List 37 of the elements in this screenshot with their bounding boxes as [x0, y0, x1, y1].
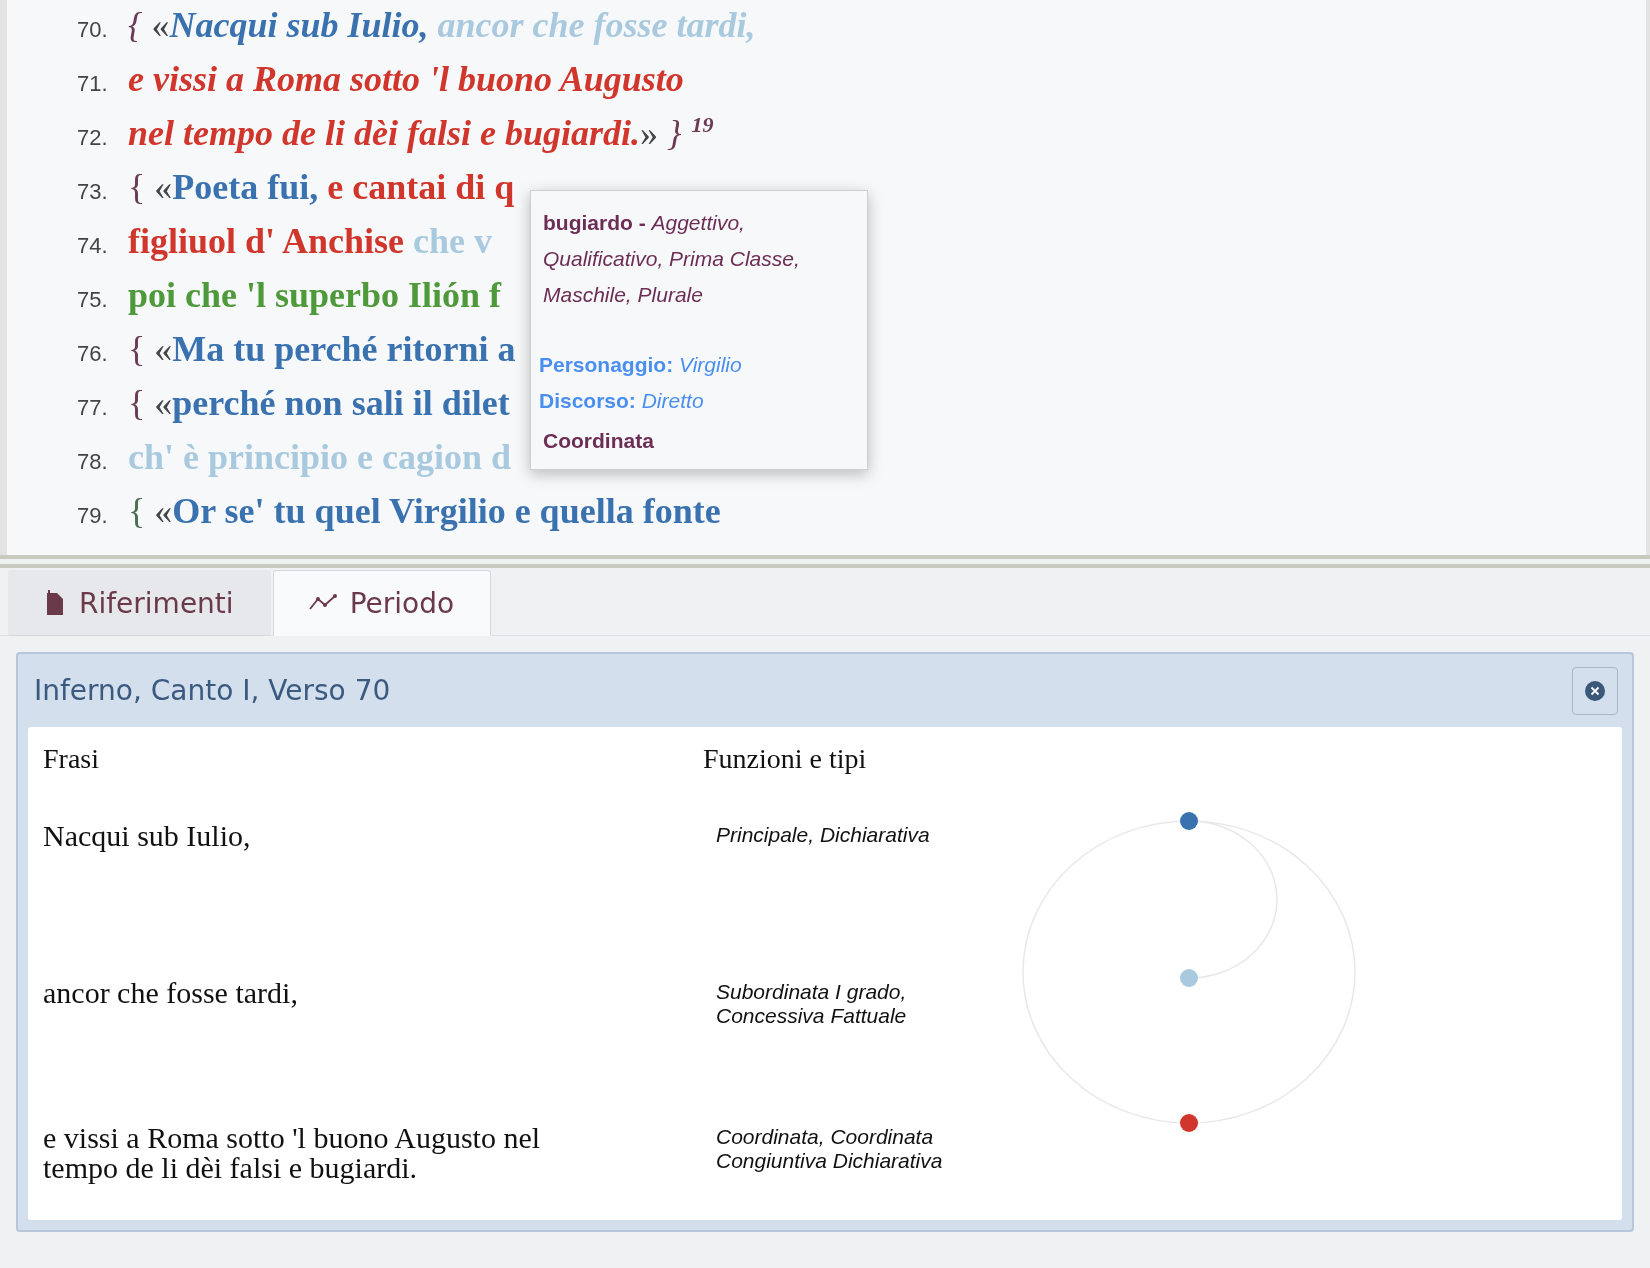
tooltip-field: Discorso: Diretto: [539, 383, 857, 419]
line-number: 79.: [77, 503, 109, 529]
line-number: 74.: [77, 233, 109, 259]
clause-type: Coordinata: [543, 429, 655, 453]
panel-title: Inferno, Canto I, Verso 70: [34, 674, 391, 707]
column-header: Frasi: [43, 743, 100, 775]
line-number: 78.: [77, 449, 109, 475]
verse-text: e vissi a Roma sotto 'l buono Augusto: [128, 58, 684, 100]
verse-text: ch' è principio e cagion d: [128, 436, 511, 478]
verse-text: { «perché non sali il dilet: [128, 382, 510, 424]
tab[interactable]: Periodo: [272, 570, 492, 636]
close-icon: [1584, 679, 1606, 702]
verse-text: poi che 'l superbo Ilión f: [128, 274, 502, 316]
line-number: 76.: [77, 341, 109, 367]
verse-text: { «Nacqui sub Iulio, ancor che fosse tardi,: [128, 4, 756, 46]
line-number: 73.: [77, 179, 109, 205]
line-number: 70.: [77, 17, 109, 43]
verse-text: { «Or se' tu quel Virgilio e quella fonte: [128, 490, 721, 532]
sentence-text: e vissi a Roma sotto 'l buono Augusto nel tempo de li dèi falsi e bugiardi.: [43, 1123, 542, 1183]
sentence-text: Nacqui sub Iulio,: [43, 821, 252, 854]
function-text: Subordinata I grado, Concessiva Fattuale: [715, 980, 908, 1029]
verse-text: { «Ma tu perché ritorni a: [128, 328, 516, 370]
function-text: Principale, Dichiarativa: [715, 823, 931, 848]
sentence-text: ancor che fosse tardi,: [43, 978, 299, 1011]
verse-text: figliuol d' Anchise che v: [128, 220, 493, 262]
tab[interactable]: Riferimenti: [8, 570, 271, 636]
line-number: 75.: [77, 287, 109, 313]
tooltip-field: Personaggio: Virgilio: [539, 347, 857, 383]
function-text: Coordinata, Coordinata Congiuntiva Dichiarativa: [715, 1125, 944, 1174]
verse-text: { «Poeta fui, e cantai di q: [128, 166, 515, 208]
column-header: Funzioni e tipi: [703, 743, 868, 775]
close-button[interactable]: [1572, 666, 1618, 715]
line-number: 72.: [77, 125, 109, 151]
word-analysis: bugiardo - Aggettivo, Qualificativo, Prima Classe, Maschile, Plurale: [543, 210, 801, 308]
verse-text: nel tempo de li dèi falsi e bugiardi.» } $^{19}$: [128, 112, 714, 154]
line-number: 77.: [77, 395, 109, 421]
line-number: 71.: [77, 71, 109, 97]
